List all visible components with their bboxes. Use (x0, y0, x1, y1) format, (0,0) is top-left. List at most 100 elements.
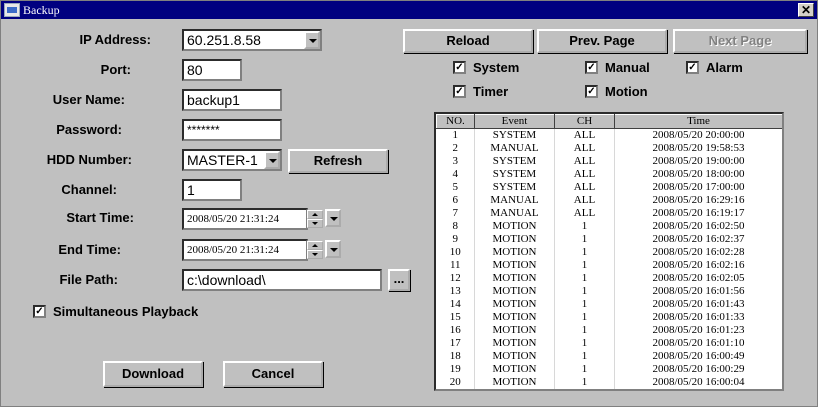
cell-ch: 1 (554, 297, 615, 311)
cell-ch: 1 (554, 362, 615, 376)
table-row[interactable]: 1 SYSTEM ALL 2008/05/20 20:00:00 (436, 128, 782, 142)
table-row[interactable]: 6 MANUAL ALL 2008/05/20 16:29:16 (436, 193, 782, 207)
table-row[interactable]: 12 MOTION 1 2008/05/20 16:02:05 (436, 271, 782, 285)
column-header-time[interactable]: Time (614, 114, 782, 129)
cell-time: 2008/05/20 16:02:16 (614, 258, 782, 272)
cell-time: 2008/05/20 20:00:00 (614, 128, 782, 142)
table-row[interactable]: 13 MOTION 1 2008/05/20 16:01:56 (436, 284, 782, 298)
cell-ch: ALL (554, 141, 615, 155)
cell-event: MOTION (474, 323, 555, 337)
table-row[interactable]: 5 SYSTEM ALL 2008/05/20 17:00:00 (436, 180, 782, 194)
checkbox-check-icon[interactable]: ✓ (453, 85, 466, 98)
cell-no: 14 (436, 297, 475, 311)
cell-no: 6 (436, 193, 475, 207)
file-path-input[interactable] (182, 269, 382, 291)
title-bar: Backup ✕ (1, 1, 817, 19)
prev-page-button[interactable]: Prev. Page (537, 29, 667, 53)
cell-time: 2008/05/20 16:00:04 (614, 375, 782, 389)
cell-time: 2008/05/20 16:29:16 (614, 193, 782, 207)
table-row[interactable]: 4 SYSTEM ALL 2008/05/20 18:00:00 (436, 167, 782, 181)
table-row[interactable]: 2 MANUAL ALL 2008/05/20 19:58:53 (436, 141, 782, 155)
cell-ch: ALL (554, 206, 615, 220)
spin-down-icon[interactable] (307, 219, 323, 228)
checkbox-check-icon[interactable]: ✓ (33, 305, 46, 318)
browse-button[interactable]: ... (388, 269, 410, 291)
password-input[interactable] (182, 119, 282, 141)
cell-event: MOTION (474, 375, 555, 389)
column-header-event[interactable]: Event (474, 114, 555, 129)
port-input[interactable] (182, 59, 242, 81)
table-row[interactable]: 9 MOTION 1 2008/05/20 16:02:37 (436, 232, 782, 246)
close-button[interactable]: ✕ (798, 3, 814, 17)
download-button[interactable]: Download (103, 361, 203, 387)
cell-ch: ALL (554, 128, 615, 142)
end-time-label: End Time: (58, 242, 121, 257)
ip-address-combo[interactable]: 60.251.8.58 (182, 29, 322, 51)
cell-no: 13 (436, 284, 475, 298)
checkbox-check-icon[interactable]: ✓ (686, 61, 699, 74)
spin-up-icon[interactable] (307, 241, 323, 250)
cell-no: 1 (436, 128, 475, 142)
cell-time: 2008/05/20 19:58:53 (614, 141, 782, 155)
cancel-button[interactable]: Cancel (223, 361, 323, 387)
end-time-dropdown-icon[interactable] (325, 240, 341, 258)
next-page-button[interactable]: Next Page (673, 29, 807, 53)
start-time-dropdown-icon[interactable] (325, 209, 341, 227)
refresh-button[interactable]: Refresh (288, 149, 388, 173)
spin-down-icon[interactable] (307, 250, 323, 259)
cell-event: MANUAL (474, 206, 555, 220)
start-time-spinner[interactable] (307, 210, 323, 228)
cell-ch: 1 (554, 349, 615, 363)
table-row[interactable]: 16 MOTION 1 2008/05/20 16:01:23 (436, 323, 782, 337)
cell-time: 2008/05/20 16:00:49 (614, 349, 782, 363)
table-row[interactable]: 19 MOTION 1 2008/05/20 16:00:29 (436, 362, 782, 376)
table-row[interactable]: 20 MOTION 1 2008/05/20 16:00:04 (436, 375, 782, 389)
checkbox-check-icon[interactable]: ✓ (585, 85, 598, 98)
spin-up-icon[interactable] (307, 210, 323, 219)
table-row[interactable]: 11 MOTION 1 2008/05/20 16:02:16 (436, 258, 782, 272)
start-time-input[interactable]: 2008/05/20 21:31:24 (182, 208, 308, 230)
column-header-ch[interactable]: CH (554, 114, 615, 129)
hdd-number-combo[interactable]: MASTER-1 (182, 149, 282, 171)
cell-ch: 1 (554, 323, 615, 337)
table-row[interactable]: 7 MANUAL ALL 2008/05/20 16:19:17 (436, 206, 782, 220)
checkbox-check-icon[interactable]: ✓ (453, 61, 466, 74)
filter-motion-label: Motion (605, 84, 648, 99)
cell-ch: ALL (554, 167, 615, 181)
chevron-down-icon[interactable] (264, 151, 280, 169)
reload-button[interactable]: Reload (403, 29, 533, 53)
channel-input[interactable] (182, 179, 242, 201)
cell-ch: 1 (554, 375, 615, 389)
event-list[interactable]: NO. Event CH Time 1 SYSTEM ALL 2008/05/20 2… (434, 112, 784, 391)
start-time-label: Start Time: (66, 210, 134, 225)
user-name-input[interactable] (182, 89, 282, 111)
backup-window: Backup ✕ IP Address: 60.251.8.58 Port: U… (0, 0, 818, 407)
close-icon: ✕ (800, 3, 812, 17)
end-time-spinner[interactable] (307, 241, 323, 259)
cell-event: SYSTEM (474, 180, 555, 194)
checkbox-check-icon[interactable]: ✓ (585, 61, 598, 74)
cell-no: 4 (436, 167, 475, 181)
cell-no: 2 (436, 141, 475, 155)
chevron-down-icon[interactable] (304, 31, 320, 49)
cell-ch: 1 (554, 245, 615, 259)
end-time-input[interactable]: 2008/05/20 21:31:24 (182, 239, 308, 261)
cell-time: 2008/05/20 16:01:33 (614, 310, 782, 324)
table-row[interactable]: 14 MOTION 1 2008/05/20 16:01:43 (436, 297, 782, 311)
cell-time: 2008/05/20 16:02:50 (614, 219, 782, 233)
table-row[interactable]: 18 MOTION 1 2008/05/20 16:00:49 (436, 349, 782, 363)
table-row[interactable]: 10 MOTION 1 2008/05/20 16:02:28 (436, 245, 782, 259)
cell-no: 15 (436, 310, 475, 324)
table-row[interactable]: 17 MOTION 1 2008/05/20 16:01:10 (436, 336, 782, 350)
table-row[interactable]: 3 SYSTEM ALL 2008/05/20 19:00:00 (436, 154, 782, 168)
table-row[interactable]: 15 MOTION 1 2008/05/20 16:01:33 (436, 310, 782, 324)
cell-ch: 1 (554, 284, 615, 298)
hdd-number-value: MASTER-1 (187, 152, 258, 168)
cell-event: MANUAL (474, 141, 555, 155)
table-row[interactable]: 8 MOTION 1 2008/05/20 16:02:50 (436, 219, 782, 233)
simultaneous-playback-label: Simultaneous Playback (53, 304, 199, 319)
cell-ch: 1 (554, 232, 615, 246)
cell-time: 2008/05/20 16:02:28 (614, 245, 782, 259)
cell-time: 2008/05/20 16:01:10 (614, 336, 782, 350)
column-header-no[interactable]: NO. (436, 114, 475, 129)
